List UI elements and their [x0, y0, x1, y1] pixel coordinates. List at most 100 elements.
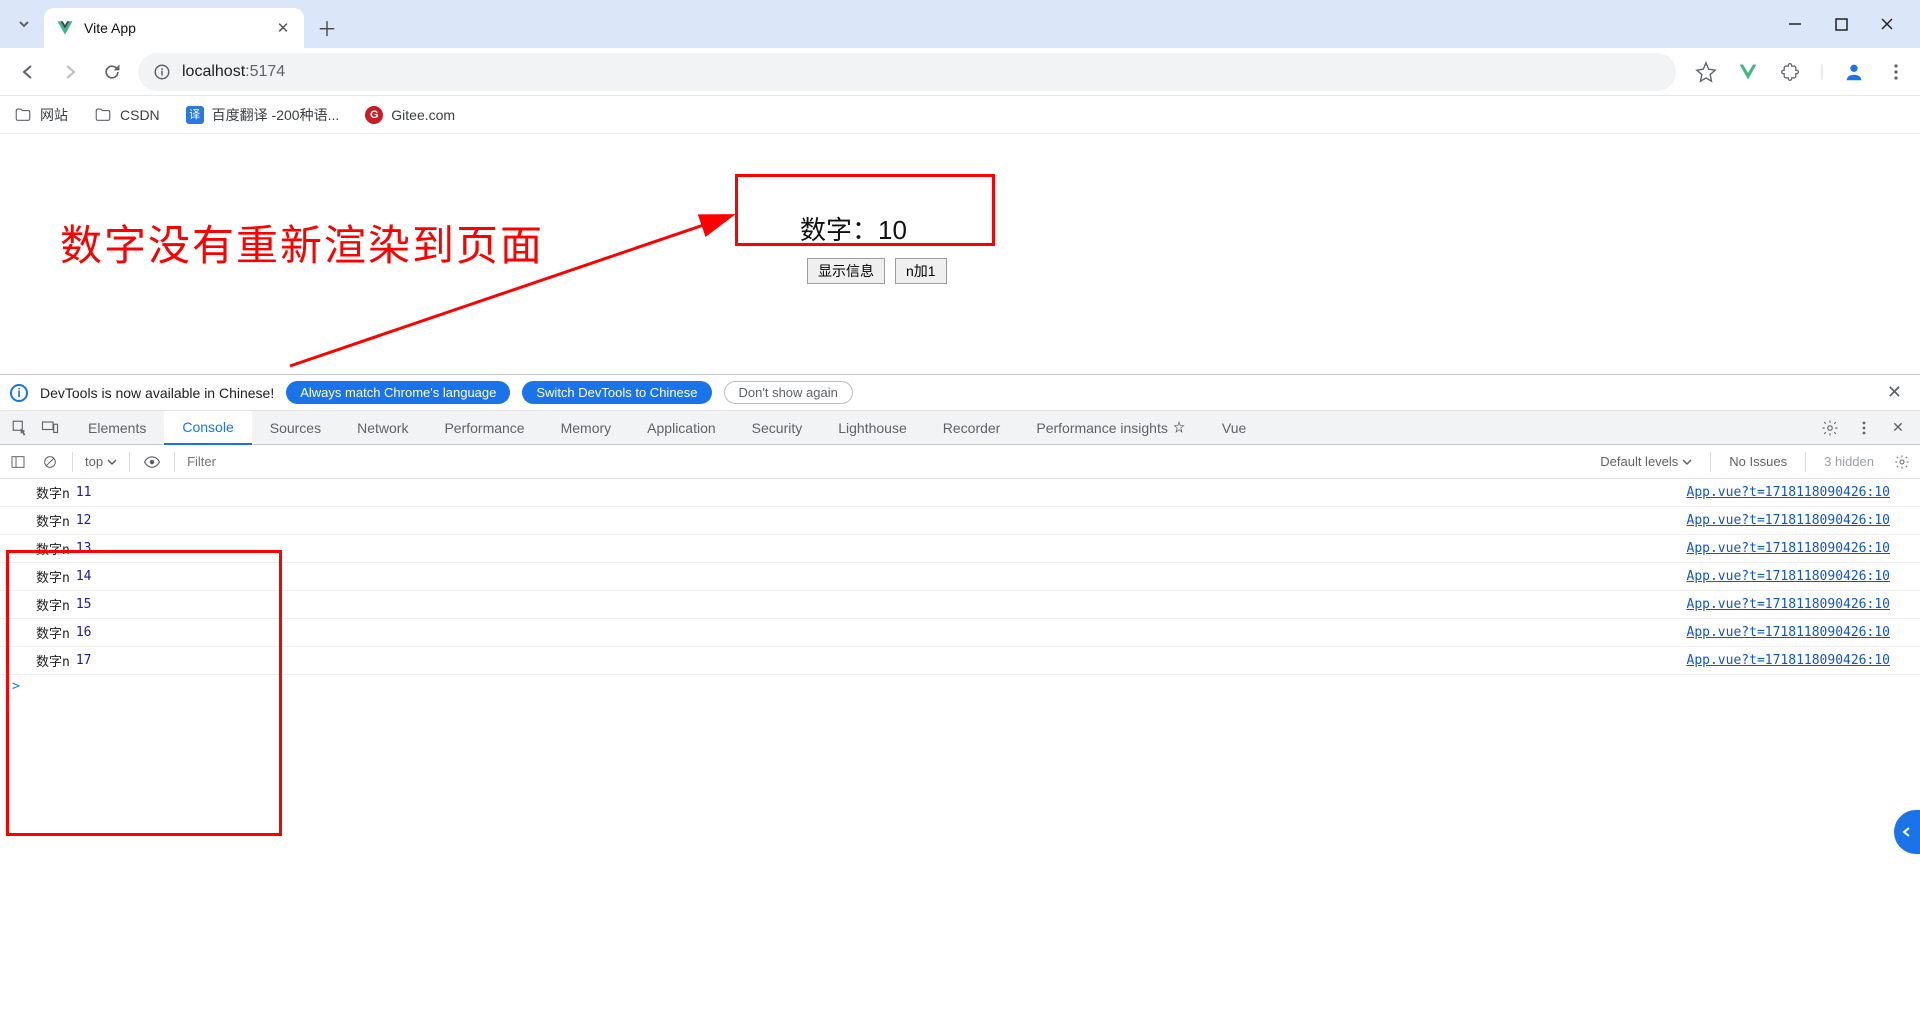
console-filter-input[interactable] [187, 454, 267, 469]
address-bar: localhost:5174 | [0, 48, 1920, 96]
bookmark-link[interactable]: G Gitee.com [365, 106, 455, 124]
devtools-tab-sources[interactable]: Sources [252, 411, 339, 445]
bookmark-link[interactable]: 译 百度翻译 -200种语... [186, 105, 340, 125]
console-sidebar-toggle-icon[interactable] [8, 452, 28, 472]
bookmark-label: Gitee.com [391, 107, 455, 123]
forward-button[interactable] [54, 56, 86, 88]
profile-icon[interactable] [1842, 60, 1866, 84]
bookmark-folder[interactable]: 网站 [14, 105, 68, 125]
inspect-element-icon[interactable] [10, 418, 30, 438]
log-label: 数字n [36, 539, 70, 558]
log-source-link[interactable]: App.vue?t=1718118090426:10 [1687, 653, 1891, 668]
dont-show-button[interactable]: Don't show again [724, 381, 853, 404]
match-language-button[interactable]: Always match Chrome's language [286, 381, 510, 404]
log-value: 13 [76, 541, 92, 556]
console-log-row[interactable]: 数字n 11 App.vue?t=1718118090426:10 [0, 479, 1920, 507]
tab-search-button[interactable] [4, 4, 44, 44]
issues-indicator[interactable]: No Issues [1729, 454, 1787, 469]
log-source-link[interactable]: App.vue?t=1718118090426:10 [1687, 597, 1891, 612]
devtools-tab-application[interactable]: Application [629, 411, 734, 445]
log-label: 数字n [36, 483, 70, 502]
log-value: 15 [76, 597, 92, 612]
star-icon[interactable] [1694, 60, 1718, 84]
live-expression-icon[interactable] [142, 452, 162, 472]
folder-icon [94, 106, 112, 124]
log-value: 12 [76, 513, 92, 528]
devtools-settings-icon[interactable] [1820, 418, 1840, 438]
log-label: 数字n [36, 511, 70, 530]
devtools-kebab-icon[interactable] [1854, 418, 1874, 438]
page-content: 数字没有重新渲染到页面 数字：10 显示信息 n加1 [0, 134, 1920, 374]
clear-console-icon[interactable] [40, 452, 60, 472]
console-log-row[interactable]: 数字n 13 App.vue?t=1718118090426:10 [0, 535, 1920, 563]
new-tab-button[interactable]: ＋ [310, 10, 344, 44]
console-toolbar: top Default levels No Issues 3 hidden [0, 445, 1920, 479]
console-log-row[interactable]: 数字n17App.vue?t=1718118090426:10 [0, 647, 1920, 675]
log-source-link[interactable]: App.vue?t=1718118090426:10 [1687, 513, 1891, 528]
devtools-panel: i DevTools is now available in Chinese! … [0, 374, 1920, 1030]
log-value: 11 [76, 485, 92, 500]
devtools-close-icon[interactable]: ✕ [1888, 418, 1908, 438]
bookmark-folder[interactable]: CSDN [94, 106, 160, 124]
window-close-icon[interactable] [1878, 15, 1896, 33]
vue-devtools-icon[interactable] [1736, 60, 1760, 84]
url-text: localhost:5174 [182, 63, 285, 81]
console-log-row[interactable]: 数字n 15 App.vue?t=1718118090426:10 [0, 591, 1920, 619]
devtools-infobar: i DevTools is now available in Chinese! … [0, 375, 1920, 411]
bookmark-label: 百度翻译 -200种语... [212, 105, 340, 125]
tab-title: Vite App [84, 20, 264, 36]
devtools-tab-recorder[interactable]: Recorder [925, 411, 1019, 445]
info-icon: i [10, 384, 28, 402]
window-controls [1786, 0, 1920, 48]
console-prompt[interactable]: > [0, 675, 1920, 698]
number-display: 数字：10 [800, 210, 907, 247]
log-source-link[interactable]: App.vue?t=1718118090426:10 [1687, 541, 1891, 556]
hidden-count[interactable]: 3 hidden [1824, 454, 1874, 469]
log-label: 数字n [36, 595, 70, 614]
console-output[interactable]: 数字n 11 App.vue?t=1718118090426:10 数字n 12 App.… [0, 479, 1920, 1030]
maximize-icon[interactable] [1832, 15, 1850, 33]
browser-tab[interactable]: Vite App ✕ [44, 8, 304, 48]
log-source-link[interactable]: App.vue?t=1718118090426:10 [1687, 625, 1891, 640]
back-button[interactable] [12, 56, 44, 88]
devtools-tab-performance-insights[interactable]: Performance insights [1018, 411, 1204, 445]
devtools-tab-performance[interactable]: Performance [426, 411, 542, 445]
translate-icon: 译 [186, 106, 204, 124]
devtools-tab-network[interactable]: Network [339, 411, 426, 445]
log-levels-dropdown[interactable]: Default levels [1600, 454, 1692, 469]
context-selector[interactable]: top [85, 454, 117, 469]
log-value: 14 [76, 569, 92, 584]
log-value: 16 [76, 625, 92, 640]
log-label: 数字n [36, 567, 70, 586]
vue-favicon-icon [56, 19, 74, 37]
console-log-row[interactable]: 数字n 16 App.vue?t=1718118090426:10 [0, 619, 1920, 647]
devtools-tab-elements[interactable]: Elements [70, 411, 164, 445]
increment-button[interactable]: n加1 [895, 258, 947, 284]
devtools-tab-console[interactable]: Console [164, 411, 251, 445]
show-info-button[interactable]: 显示信息 [807, 258, 885, 284]
log-label: 数字n [36, 623, 70, 642]
log-source-link[interactable]: App.vue?t=1718118090426:10 [1687, 485, 1891, 500]
site-info-icon[interactable] [152, 62, 172, 82]
bookmarks-bar: 网站 CSDN 译 百度翻译 -200种语... G Gitee.com [0, 96, 1920, 134]
minimize-icon[interactable] [1786, 15, 1804, 33]
device-toolbar-icon[interactable] [40, 418, 60, 438]
devtools-tab-lighthouse[interactable]: Lighthouse [820, 411, 925, 445]
devtools-tab-security[interactable]: Security [734, 411, 821, 445]
omnibox[interactable]: localhost:5174 [138, 53, 1676, 91]
bookmark-label: 网站 [40, 105, 68, 125]
devtools-tab-memory[interactable]: Memory [543, 411, 630, 445]
tab-close-icon[interactable]: ✕ [274, 19, 292, 37]
browser-titlebar: Vite App ✕ ＋ [0, 0, 1920, 48]
console-log-row[interactable]: 数字n 14 App.vue?t=1718118090426:10 [0, 563, 1920, 591]
reload-button[interactable] [96, 56, 128, 88]
switch-language-button[interactable]: Switch DevTools to Chinese [522, 381, 711, 404]
infobar-close-icon[interactable]: ✕ [1879, 382, 1910, 403]
console-log-row[interactable]: 数字n 12 App.vue?t=1718118090426:10 [0, 507, 1920, 535]
devtools-tab-vue[interactable]: Vue [1204, 411, 1264, 445]
annotation-text: 数字没有重新渲染到页面 [60, 212, 544, 273]
log-source-link[interactable]: App.vue?t=1718118090426:10 [1687, 569, 1891, 584]
kebab-menu-icon[interactable] [1884, 60, 1908, 84]
extensions-icon[interactable] [1778, 60, 1802, 84]
console-settings-icon[interactable] [1892, 452, 1912, 472]
